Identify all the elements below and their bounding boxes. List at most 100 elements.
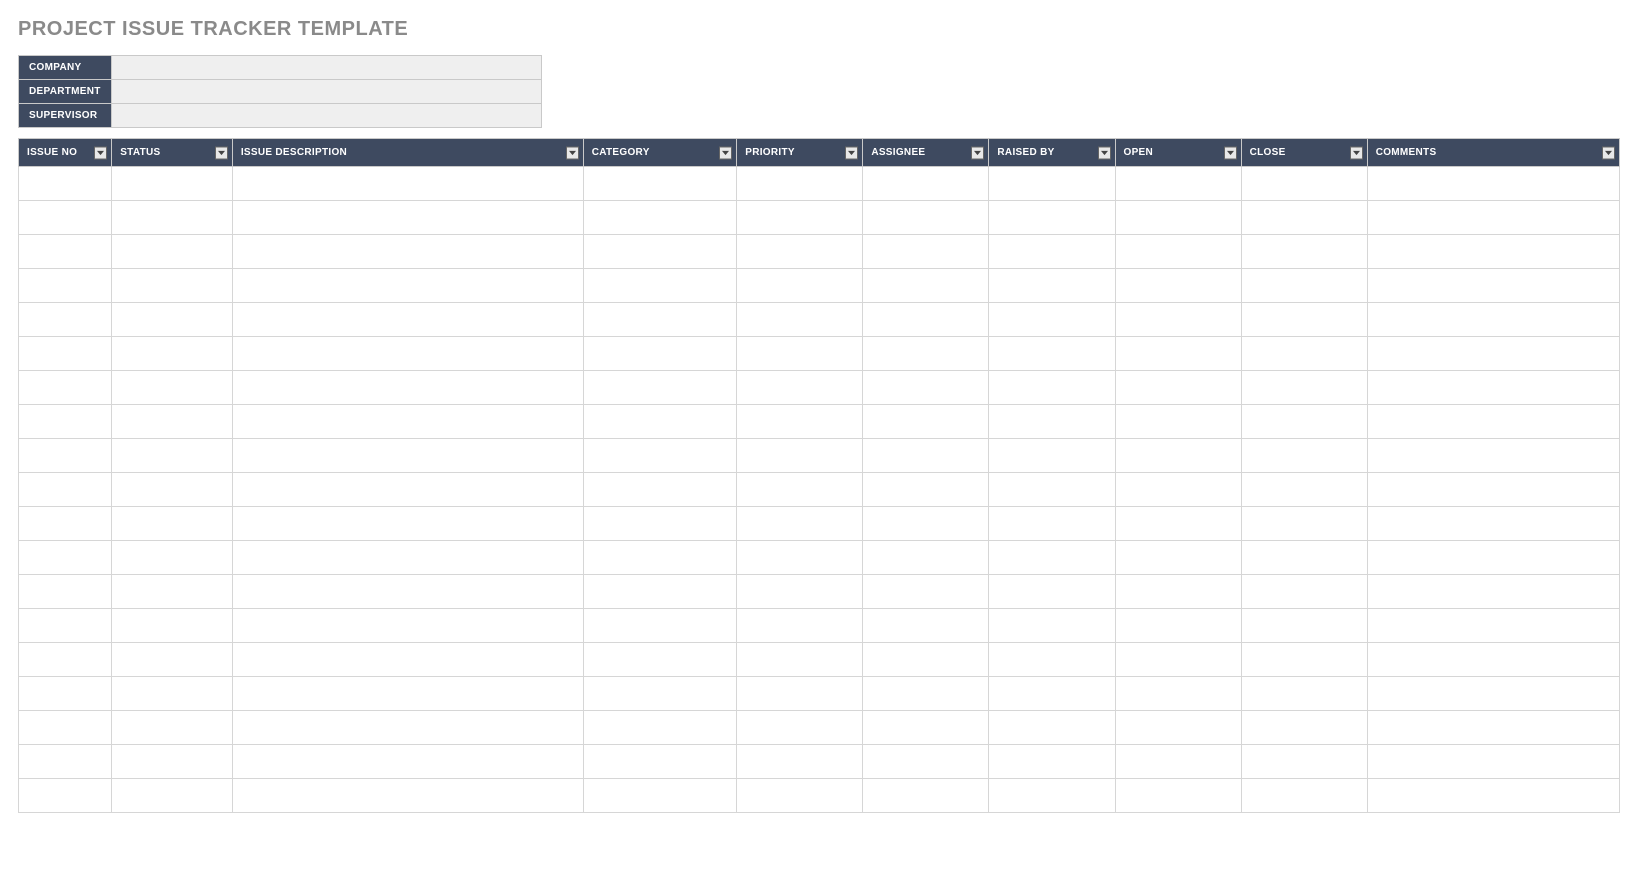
cell-close[interactable] [1241,643,1367,677]
cell-assignee[interactable] [863,371,989,405]
cell-comments[interactable] [1367,745,1619,779]
cell-issue-no[interactable] [19,235,112,269]
cell-priority[interactable] [737,167,863,201]
cell-assignee[interactable] [863,269,989,303]
cell-close[interactable] [1241,779,1367,813]
cell-priority[interactable] [737,507,863,541]
cell-assignee[interactable] [863,575,989,609]
cell-issue-description[interactable] [232,643,583,677]
header-raised-by[interactable]: RAISED BY [989,139,1115,167]
cell-issue-no[interactable] [19,337,112,371]
cell-open[interactable] [1115,439,1241,473]
cell-raised-by[interactable] [989,541,1115,575]
cell-open[interactable] [1115,371,1241,405]
cell-raised-by[interactable] [989,269,1115,303]
cell-issue-no[interactable] [19,609,112,643]
cell-comments[interactable] [1367,541,1619,575]
cell-comments[interactable] [1367,575,1619,609]
cell-assignee[interactable] [863,473,989,507]
cell-raised-by[interactable] [989,745,1115,779]
cell-comments[interactable] [1367,337,1619,371]
cell-issue-description[interactable] [232,779,583,813]
cell-close[interactable] [1241,677,1367,711]
cell-raised-by[interactable] [989,405,1115,439]
cell-status[interactable] [112,711,233,745]
cell-comments[interactable] [1367,371,1619,405]
cell-issue-description[interactable] [232,507,583,541]
cell-category[interactable] [583,235,737,269]
cell-comments[interactable] [1367,677,1619,711]
cell-issue-description[interactable] [232,201,583,235]
cell-category[interactable] [583,779,737,813]
meta-value-department[interactable] [111,80,541,104]
cell-issue-description[interactable] [232,677,583,711]
cell-issue-no[interactable] [19,405,112,439]
cell-category[interactable] [583,269,737,303]
cell-open[interactable] [1115,167,1241,201]
cell-open[interactable] [1115,201,1241,235]
cell-issue-description[interactable] [232,167,583,201]
cell-open[interactable] [1115,269,1241,303]
filter-dropdown-icon[interactable] [1224,146,1237,159]
cell-close[interactable] [1241,609,1367,643]
cell-priority[interactable] [737,201,863,235]
cell-priority[interactable] [737,711,863,745]
cell-issue-no[interactable] [19,473,112,507]
cell-issue-no[interactable] [19,711,112,745]
cell-assignee[interactable] [863,541,989,575]
cell-raised-by[interactable] [989,303,1115,337]
cell-priority[interactable] [737,405,863,439]
cell-priority[interactable] [737,269,863,303]
cell-issue-description[interactable] [232,439,583,473]
cell-status[interactable] [112,337,233,371]
cell-issue-description[interactable] [232,575,583,609]
cell-issue-description[interactable] [232,371,583,405]
cell-close[interactable] [1241,473,1367,507]
cell-status[interactable] [112,235,233,269]
cell-close[interactable] [1241,711,1367,745]
cell-open[interactable] [1115,745,1241,779]
cell-issue-no[interactable] [19,269,112,303]
filter-dropdown-icon[interactable] [215,146,228,159]
cell-category[interactable] [583,711,737,745]
cell-raised-by[interactable] [989,337,1115,371]
cell-comments[interactable] [1367,711,1619,745]
filter-dropdown-icon[interactable] [1098,146,1111,159]
header-assignee[interactable]: ASSIGNEE [863,139,989,167]
cell-category[interactable] [583,507,737,541]
cell-open[interactable] [1115,541,1241,575]
cell-status[interactable] [112,473,233,507]
cell-issue-description[interactable] [232,303,583,337]
cell-status[interactable] [112,745,233,779]
cell-raised-by[interactable] [989,235,1115,269]
cell-category[interactable] [583,337,737,371]
cell-comments[interactable] [1367,779,1619,813]
cell-close[interactable] [1241,167,1367,201]
cell-raised-by[interactable] [989,439,1115,473]
cell-status[interactable] [112,575,233,609]
cell-priority[interactable] [737,439,863,473]
filter-dropdown-icon[interactable] [719,146,732,159]
cell-close[interactable] [1241,439,1367,473]
cell-open[interactable] [1115,643,1241,677]
header-priority[interactable]: PRIORITY [737,139,863,167]
header-issue-no[interactable]: ISSUE NO [19,139,112,167]
cell-open[interactable] [1115,575,1241,609]
cell-priority[interactable] [737,609,863,643]
cell-open[interactable] [1115,507,1241,541]
cell-raised-by[interactable] [989,507,1115,541]
cell-assignee[interactable] [863,439,989,473]
cell-issue-no[interactable] [19,643,112,677]
cell-comments[interactable] [1367,167,1619,201]
cell-issue-no[interactable] [19,541,112,575]
cell-issue-description[interactable] [232,405,583,439]
cell-close[interactable] [1241,371,1367,405]
cell-category[interactable] [583,541,737,575]
header-close[interactable]: CLOSE [1241,139,1367,167]
cell-issue-description[interactable] [232,609,583,643]
cell-raised-by[interactable] [989,201,1115,235]
cell-open[interactable] [1115,779,1241,813]
cell-issue-no[interactable] [19,507,112,541]
header-comments[interactable]: COMMENTS [1367,139,1619,167]
cell-open[interactable] [1115,711,1241,745]
